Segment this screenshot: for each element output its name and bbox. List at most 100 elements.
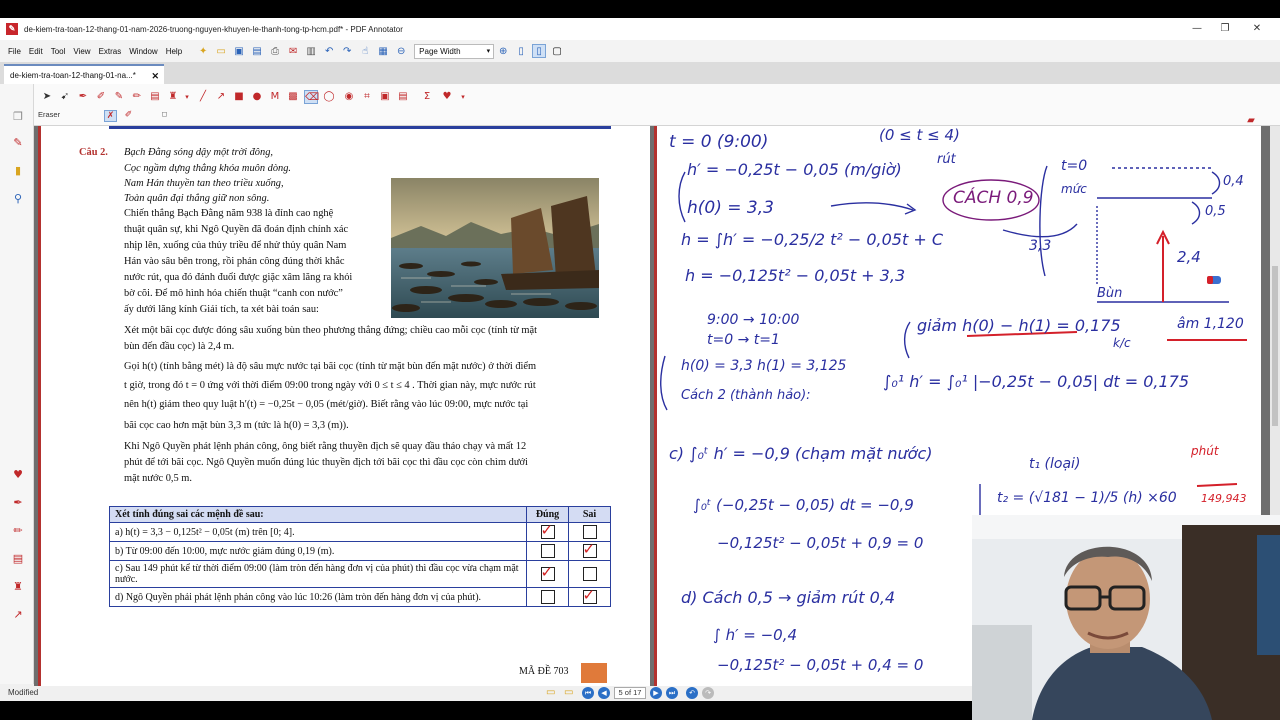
checkbox-c-true[interactable]: ✓ bbox=[540, 563, 555, 581]
marker-icon[interactable]: ✏ bbox=[130, 90, 144, 104]
ellipse-icon[interactable]: ● bbox=[250, 90, 264, 104]
eraser-icon[interactable]: ⌫ bbox=[304, 90, 319, 104]
undo-icon[interactable]: ↶ bbox=[322, 44, 336, 58]
menu-view[interactable]: View bbox=[69, 47, 94, 56]
pen-icon[interactable]: ✒ bbox=[76, 90, 90, 104]
restore-icon[interactable]: ❐ bbox=[1208, 18, 1242, 40]
hand-tool-icon[interactable]: ☝ bbox=[358, 44, 372, 58]
image-icon[interactable]: ▩ bbox=[286, 90, 300, 104]
insert-icon[interactable]: ▤ bbox=[396, 90, 410, 104]
text-box-icon[interactable]: ▤ bbox=[148, 90, 162, 104]
table-header: Xét tính đúng sai các mệnh đề sau: Đúng … bbox=[109, 506, 611, 523]
erase-stroke-icon[interactable]: ✗ bbox=[104, 110, 117, 122]
favorite-heart-icon[interactable]: ♥ bbox=[440, 90, 454, 104]
para3-line: Khi Ngô Quyền phát lệnh phản công, ông b… bbox=[124, 441, 527, 452]
checkbox-d-true[interactable] bbox=[540, 590, 555, 604]
bookmarks-panel-icon[interactable]: ▮ bbox=[11, 164, 25, 178]
zoom-select[interactable]: Page Width ▾ bbox=[414, 43, 495, 59]
line-icon[interactable]: ╱ bbox=[196, 90, 210, 104]
hw-line: ∫ h′ = −0,4 bbox=[713, 626, 798, 644]
favorites-dropdown-icon[interactable]: ▾ bbox=[456, 90, 470, 104]
fav-marker-icon[interactable]: ✏ bbox=[11, 524, 25, 538]
send-mail-icon[interactable]: ✉ bbox=[286, 44, 300, 58]
menu-extras[interactable]: Extras bbox=[95, 47, 126, 56]
fav-pen-icon[interactable]: ✒ bbox=[11, 496, 25, 510]
menu-edit[interactable]: Edit bbox=[25, 47, 47, 56]
fav-textbox-icon[interactable]: ▤ bbox=[11, 552, 25, 566]
next-page-icon[interactable]: ▶ bbox=[650, 687, 662, 699]
rectangle-icon[interactable]: ■ bbox=[232, 90, 246, 104]
hw-line: h(0) = 3,3 bbox=[687, 198, 774, 218]
hw-line: h = −0,125t² − 0,05t + 3,3 bbox=[685, 266, 906, 285]
page-number-tab bbox=[581, 663, 607, 683]
redo-icon[interactable]: ↷ bbox=[340, 44, 354, 58]
close-tab-icon[interactable]: ✕ bbox=[151, 66, 159, 86]
attachments-panel-icon[interactable]: ⚲ bbox=[11, 192, 25, 206]
previous-page-icon[interactable]: ◀ bbox=[598, 687, 610, 699]
single-page-icon[interactable]: ▯ bbox=[514, 44, 528, 58]
lasso-icon[interactable]: ◯ bbox=[322, 90, 336, 104]
checkbox-a-true[interactable]: ✓ bbox=[540, 521, 555, 539]
print-icon[interactable]: ⎙ bbox=[268, 44, 282, 58]
fullscreen-icon[interactable]: ▢ bbox=[550, 44, 564, 58]
hw-line: âm 1,120 bbox=[1177, 316, 1244, 332]
crop-icon[interactable]: ⌗ bbox=[360, 90, 374, 104]
fav-stamp-icon[interactable]: ♜ bbox=[11, 580, 25, 594]
fav-arrow-icon[interactable]: ↗ bbox=[11, 608, 25, 622]
menu-help[interactable]: Help bbox=[162, 47, 186, 56]
scan-icon[interactable]: ▥ bbox=[304, 44, 318, 58]
open-folder-icon[interactable]: ▭ bbox=[214, 44, 228, 58]
zoom-out-icon[interactable]: ⊖ bbox=[394, 44, 408, 58]
eraser-label: Eraser bbox=[38, 110, 61, 119]
page-indicator[interactable]: 5 of 17 bbox=[614, 687, 646, 699]
select-text-icon[interactable]: ➹ bbox=[58, 90, 72, 104]
stamp-icon[interactable]: ♜ bbox=[166, 90, 180, 104]
hw-line: d) Cách 0,5 → giảm rút 0,4 bbox=[681, 588, 896, 607]
zoom-in-icon[interactable]: ⊕ bbox=[496, 44, 510, 58]
intro-line: Chiến thắng Bạch Đằng năm 938 là đỉnh ca… bbox=[124, 208, 334, 219]
para3-line: phút để tới bãi cọc. Ngô Quyền muốn đúng… bbox=[124, 457, 528, 468]
table-row: a) h(t) = 3,3 − 0,125t² − 0,05t (m) trên… bbox=[109, 521, 611, 542]
thumbnails-icon[interactable]: ▦ bbox=[376, 44, 390, 58]
title-bar: ✎ de-kiem-tra-toan-12-thang-01-nam-2026-… bbox=[0, 18, 1280, 40]
eraser-size-icon[interactable]: ◻ bbox=[158, 110, 171, 122]
arrow-icon[interactable]: ↗ bbox=[214, 90, 228, 104]
back-icon[interactable]: ↶ bbox=[686, 687, 698, 699]
last-page-icon[interactable]: ⏭ bbox=[666, 687, 678, 699]
checkbox-d-false[interactable]: ✓ bbox=[582, 586, 597, 604]
menu-file[interactable]: File bbox=[4, 47, 25, 56]
pdf-annotator-icon: ✎ bbox=[6, 23, 18, 35]
annotations-panel-icon[interactable]: ✎ bbox=[11, 136, 25, 150]
save-all-icon[interactable]: ▤ bbox=[250, 44, 264, 58]
stamp-dropdown-icon[interactable]: ▾ bbox=[180, 90, 194, 104]
brace-right bbox=[1039, 165, 1048, 277]
open-folder-icon[interactable]: ▭ bbox=[546, 687, 555, 698]
menu-window[interactable]: Window bbox=[125, 47, 161, 56]
sum-icon[interactable]: Σ bbox=[420, 90, 434, 104]
checkbox-a-false[interactable] bbox=[582, 525, 597, 539]
brush-icon[interactable]: ✎ bbox=[112, 90, 126, 104]
new-document-icon[interactable]: ✦ bbox=[196, 44, 210, 58]
scrollbar-thumb[interactable] bbox=[1272, 266, 1278, 426]
favorites-heart-icon[interactable]: ♥ bbox=[11, 468, 25, 482]
checkbox-c-false[interactable] bbox=[582, 567, 597, 581]
mail-stamp-icon[interactable]: M bbox=[268, 90, 282, 104]
camera-icon[interactable]: ◉ bbox=[342, 90, 356, 104]
pages-panel-icon[interactable]: ❐ bbox=[11, 110, 25, 124]
forward-icon[interactable]: ↷ bbox=[702, 687, 714, 699]
checkbox-b-true[interactable] bbox=[540, 544, 555, 558]
close-icon[interactable]: ✕ bbox=[1240, 18, 1274, 40]
select-arrow-icon[interactable]: ➤ bbox=[40, 90, 54, 104]
document-tab[interactable]: de-kiem-tra-toan-12-thang-01-na...* ✕ bbox=[4, 64, 164, 84]
poem-line: Toàn quân đại thắng giữ non sông. bbox=[124, 193, 270, 204]
two-page-icon[interactable]: ▯ bbox=[532, 44, 547, 58]
erase-area-icon[interactable]: ✐ bbox=[122, 110, 135, 122]
highlighter-icon[interactable]: ✐ bbox=[94, 90, 108, 104]
first-page-icon[interactable]: ⏮ bbox=[582, 687, 594, 699]
open-folder-icon[interactable]: ▭ bbox=[564, 687, 573, 698]
menu-tool[interactable]: Tool bbox=[47, 47, 70, 56]
snapshot-icon[interactable]: ▣ bbox=[378, 90, 392, 104]
checkbox-b-false[interactable]: ✓ bbox=[582, 540, 597, 558]
hw-line: h′ = −0,25t − 0,05 (m/giờ) bbox=[687, 160, 902, 179]
save-icon[interactable]: ▣ bbox=[232, 44, 246, 58]
